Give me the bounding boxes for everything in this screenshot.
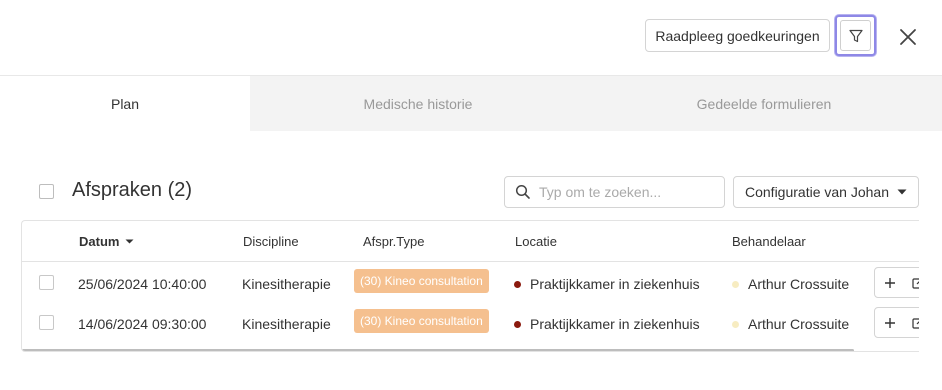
cell-discipline: Kinesitherapie <box>242 316 331 332</box>
row-checkbox[interactable] <box>39 275 54 290</box>
configuration-label: Configuratie van Johan <box>745 184 889 200</box>
sort-down-icon <box>125 239 134 244</box>
filter-button-inner <box>840 20 871 51</box>
appointments-table: Datum Discipline Afspr.Type Locatie Beha… <box>21 220 919 352</box>
appointment-type-badge: (30) Kineo consultation <box>354 309 489 333</box>
caret-down-icon <box>897 189 907 195</box>
filter-icon <box>848 29 863 42</box>
section-title: Afspraken (2) <box>72 179 193 201</box>
cell-behandelaar: Arthur Crossuite <box>732 316 849 332</box>
column-header-type[interactable]: Afspr.Type <box>363 234 424 249</box>
appointment-type-badge: (30) Kineo consultation <box>354 269 489 293</box>
tab-medische-historie[interactable]: Medische historie <box>250 76 586 131</box>
column-header-discipline[interactable]: Discipline <box>243 234 299 249</box>
row-checkbox[interactable] <box>39 315 54 330</box>
table-row[interactable]: 14/06/2024 09:30:00 Kinesitherapie (30) … <box>22 302 919 342</box>
edit-button[interactable] <box>905 307 919 338</box>
practitioner-dot-icon <box>732 280 739 288</box>
cell-locatie: Praktijkkamer in ziekenhuis <box>514 316 700 332</box>
add-button[interactable] <box>874 267 906 298</box>
practitioner-dot-icon <box>732 320 739 328</box>
tab-plan[interactable]: Plan <box>0 76 250 131</box>
edit-icon <box>912 317 919 329</box>
plus-icon <box>885 317 895 328</box>
top-bar: Raadpleeg goedkeuringen <box>0 0 942 76</box>
table-header: Datum Discipline Afspr.Type Locatie Beha… <box>22 221 919 262</box>
close-icon <box>900 29 916 45</box>
tab-bar: Plan Medische historie Gedeelde formulie… <box>0 76 942 131</box>
location-dot-icon <box>514 280 521 288</box>
edit-button[interactable] <box>905 267 919 298</box>
consult-approvals-button[interactable]: Raadpleeg goedkeuringen <box>645 19 830 52</box>
filter-button[interactable] <box>835 15 876 56</box>
search-box[interactable] <box>504 176 725 208</box>
column-header-datum[interactable]: Datum <box>79 234 134 249</box>
cell-datum: 14/06/2024 09:30:00 <box>78 316 207 332</box>
cell-locatie: Praktijkkamer in ziekenhuis <box>514 276 700 292</box>
search-input[interactable] <box>539 184 719 200</box>
plus-icon <box>885 277 895 288</box>
tab-gedeelde-formulieren[interactable]: Gedeelde formulieren <box>586 76 942 131</box>
table-row[interactable]: 25/06/2024 10:40:00 Kinesitherapie (30) … <box>22 262 919 302</box>
column-header-behandelaar[interactable]: Behandelaar <box>732 234 806 249</box>
close-button[interactable] <box>894 23 922 51</box>
edit-icon <box>912 277 919 289</box>
horizontal-scrollbar[interactable] <box>22 349 854 351</box>
search-icon <box>515 184 530 199</box>
add-button[interactable] <box>874 307 906 338</box>
configuration-dropdown[interactable]: Configuratie van Johan <box>733 176 919 208</box>
column-header-locatie[interactable]: Locatie <box>515 234 557 249</box>
cell-datum: 25/06/2024 10:40:00 <box>78 276 207 292</box>
cell-discipline: Kinesitherapie <box>242 276 331 292</box>
select-all-checkbox[interactable] <box>39 184 54 199</box>
cell-behandelaar: Arthur Crossuite <box>732 276 849 292</box>
location-dot-icon <box>514 320 521 328</box>
